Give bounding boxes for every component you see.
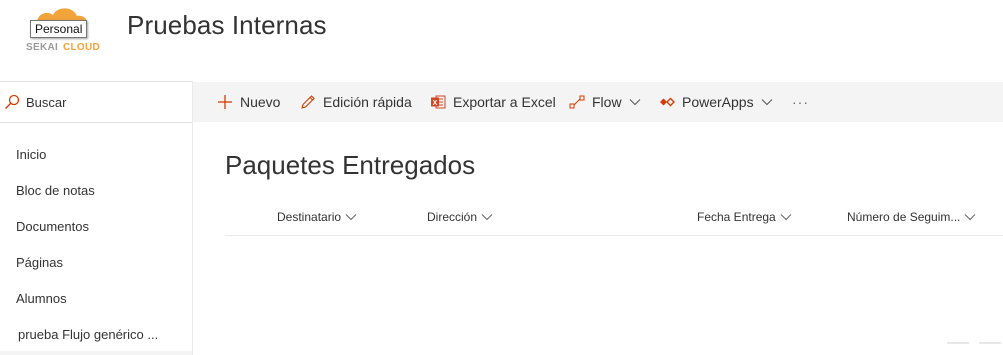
site-header: SEKAI CLOUD Personal Pruebas Internas <box>0 0 1003 81</box>
powerapps-label: PowerApps <box>682 94 754 110</box>
flow-button[interactable]: Flow <box>569 82 648 122</box>
scrollbar-mark <box>979 342 1001 344</box>
nav-item-alumnos[interactable]: Alumnos <box>16 291 67 306</box>
powerapps-icon <box>660 97 675 107</box>
export-excel-label: Exportar a Excel <box>453 94 556 110</box>
column-header-label: Destinatario <box>277 210 342 224</box>
nav-item-documentos[interactable]: Documentos <box>16 219 89 234</box>
quick-edit-label: Edición rápida <box>323 94 412 110</box>
logo-tooltip: Personal <box>30 20 88 38</box>
logo-text-left: SEKAI <box>26 42 59 53</box>
column-header-divider <box>225 235 1003 236</box>
main-content: Paquetes Entregados Destinatario Direcci… <box>193 122 1003 355</box>
plus-icon <box>218 95 232 109</box>
command-bar: Nuevo Edición rápida X Exportar a Excel … <box>193 82 1003 122</box>
search-box[interactable]: Buscar <box>0 81 192 123</box>
logo-text-right: CLOUD <box>63 42 101 53</box>
nav-divider <box>0 351 192 355</box>
chevron-down-icon <box>629 99 640 106</box>
search-label: Buscar <box>26 95 67 110</box>
column-header-direccion[interactable]: Dirección <box>427 210 493 224</box>
chevron-down-icon <box>965 214 976 221</box>
column-header-fecha-entrega[interactable]: Fecha Entrega <box>697 210 792 224</box>
site-title[interactable]: Pruebas Internas <box>127 10 327 41</box>
nav-item-inicio[interactable]: Inicio <box>16 147 46 162</box>
chevron-down-icon <box>481 214 493 221</box>
chevron-down-icon <box>761 99 772 106</box>
flow-label: Flow <box>592 94 622 110</box>
column-header-label: Fecha Entrega <box>697 210 776 224</box>
nav-item-paginas[interactable]: Páginas <box>16 255 63 270</box>
left-navigation: Buscar Inicio Bloc de notas Documentos P… <box>0 81 193 355</box>
chevron-down-icon <box>780 214 792 221</box>
quick-edit-button[interactable]: Edición rápida <box>300 82 412 122</box>
new-button[interactable]: Nuevo <box>217 82 280 122</box>
column-header-label: Dirección <box>427 210 478 224</box>
search-icon <box>5 94 20 109</box>
export-excel-button[interactable]: X Exportar a Excel <box>430 82 556 122</box>
powerapps-button[interactable]: PowerApps <box>659 82 780 122</box>
excel-icon: X <box>431 95 446 109</box>
column-header-destinatario[interactable]: Destinatario <box>277 210 357 224</box>
more-options-button[interactable]: ··· <box>792 82 809 122</box>
column-header-label: Número de Seguim... <box>847 210 961 224</box>
svg-text:X: X <box>433 100 438 107</box>
new-button-label: Nuevo <box>240 94 281 110</box>
scrollbar-mark <box>947 342 969 344</box>
pencil-icon <box>301 95 315 109</box>
nav-item-prueba-flujo[interactable]: prueba Flujo genérico ... <box>18 327 158 342</box>
page-title: Paquetes Entregados <box>225 150 476 180</box>
chevron-down-icon <box>345 214 357 221</box>
column-header-numero-seguimiento[interactable]: Número de Seguim... <box>847 210 976 224</box>
nav-item-bloc-de-notas[interactable]: Bloc de notas <box>16 183 95 198</box>
flow-icon <box>569 95 585 109</box>
